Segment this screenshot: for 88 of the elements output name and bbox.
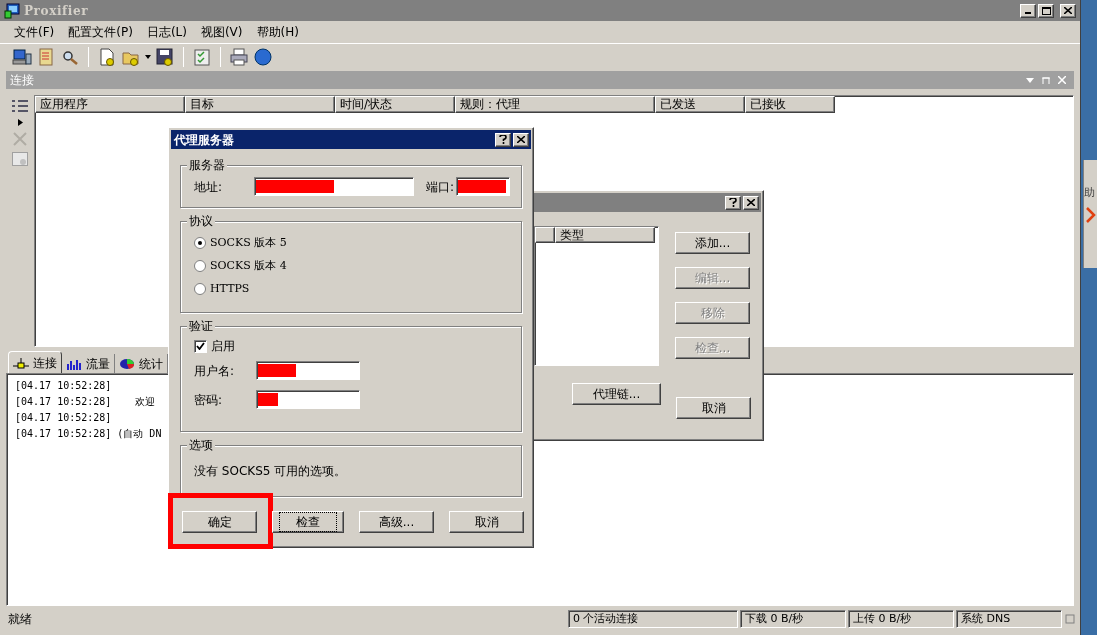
printer-icon[interactable] [229,46,249,67]
radio-button[interactable] [194,260,206,272]
save-icon[interactable] [155,46,175,67]
log-message: (自动 DN [117,427,162,441]
tab[interactable]: 连接 [8,351,62,373]
dialog-button[interactable]: 添加... [675,232,750,254]
group-legend: 服务器 [187,157,227,173]
column-header[interactable] [535,227,555,243]
username-field[interactable] [256,361,360,380]
dialog-button[interactable]: 取消 [449,511,524,533]
group-legend: 选项 [187,437,215,453]
column-header[interactable]: 应用程序 [35,96,185,113]
status-text: 下载 0 B/秒 [740,609,846,628]
close-button[interactable] [743,195,759,210]
checkbox[interactable] [194,339,207,353]
column-header[interactable]: 已接收 [745,96,835,113]
column-header[interactable]: 目标 [185,96,335,113]
chevron-icon[interactable] [1084,205,1096,224]
panel-title: 连接 [10,72,35,89]
log-time: [04.17 10:52:28] [15,411,112,425]
radio-button[interactable] [194,237,206,249]
checkbox-label: 启用 [211,338,235,355]
column-header[interactable]: 类型 [555,227,655,243]
column-header[interactable]: 时间/状态 [335,96,455,113]
dialog-button[interactable]: 取消 [676,397,751,419]
log-message: 欢迎 [135,395,156,409]
redaction-mark [258,393,278,406]
field-label: 用户名: [194,362,236,380]
side-window-text: 助 [1084,185,1096,201]
group-legend: 验证 [187,318,215,334]
new-document-icon[interactable] [97,46,117,67]
menu-item[interactable]: 配置文件(P) [68,23,133,41]
dialog-button[interactable]: 确定 [182,511,257,533]
log-time: [04.17 10:52:28] [15,395,112,409]
status-text: 就绪 [7,610,33,628]
resize-grip-icon[interactable] [1064,612,1076,625]
column-header[interactable]: 规则：代理 [455,96,655,113]
pie-chart-icon [119,357,135,370]
menu-item[interactable]: 日志(L) [146,23,187,41]
maximize-button[interactable] [1038,3,1054,18]
close-icon [517,136,525,143]
field-label: 密码: [194,391,224,409]
menu-item[interactable]: 视图(V) [200,23,243,41]
checklist-icon[interactable] [192,46,212,67]
info-text: 没有 SOCKS5 可用的选项。 [194,463,347,480]
field-label: 地址: [194,178,224,196]
redaction-mark [458,180,507,193]
log-time: [04.17 10:52:28] [15,427,112,441]
radio-label: SOCKS 版本 4 [210,257,287,274]
computer-icon[interactable] [12,46,32,67]
window-title: Proxifier [24,2,90,20]
close-icon [1064,7,1072,14]
dialog-button[interactable]: 检查 [272,511,344,533]
dialog-title: 代理服务器 [174,131,235,149]
group-legend: 协议 [187,213,215,229]
dropdown-arrow-icon[interactable] [145,54,151,59]
connection-icon [13,356,29,369]
radio-label: HTTPS [210,280,250,297]
menu-item[interactable]: 文件(F) [14,23,55,41]
close-icon[interactable] [1058,76,1066,84]
maximize-icon [1041,6,1051,15]
port-field[interactable] [456,177,511,196]
dialog-button[interactable]: 高级... [359,511,434,533]
dialog-button[interactable]: 代理链... [572,383,661,405]
status-text: 系统 DNS [956,609,1062,628]
column-header[interactable]: 已发送 [655,96,745,113]
status-text: 上传 0 B/秒 [848,609,954,628]
radio-label: SOCKS 版本 5 [210,234,287,251]
radio-button[interactable] [194,283,206,295]
list-view-icon[interactable] [12,99,28,113]
field-label: 端口: [426,178,455,196]
log-time: [04.17 10:52:28] [15,379,112,393]
expand-arrow-icon[interactable] [17,119,23,126]
help-button[interactable] [495,132,511,147]
status-text: 0 个活动连接 [568,609,738,628]
help-button[interactable] [725,195,741,210]
minimize-button[interactable] [1020,3,1036,18]
redaction-mark [258,364,296,377]
menu-item[interactable]: 帮助(H) [256,23,299,41]
close-icon [747,199,755,206]
close-button[interactable] [1060,3,1076,18]
bar-chart-icon [66,357,82,370]
app-icon [4,2,20,19]
title-bar[interactable]: 代理服务器 [171,130,531,149]
password-field[interactable] [256,390,360,409]
close-button[interactable] [513,132,529,147]
address-field[interactable] [254,177,414,196]
minimize-icon [1025,12,1031,14]
